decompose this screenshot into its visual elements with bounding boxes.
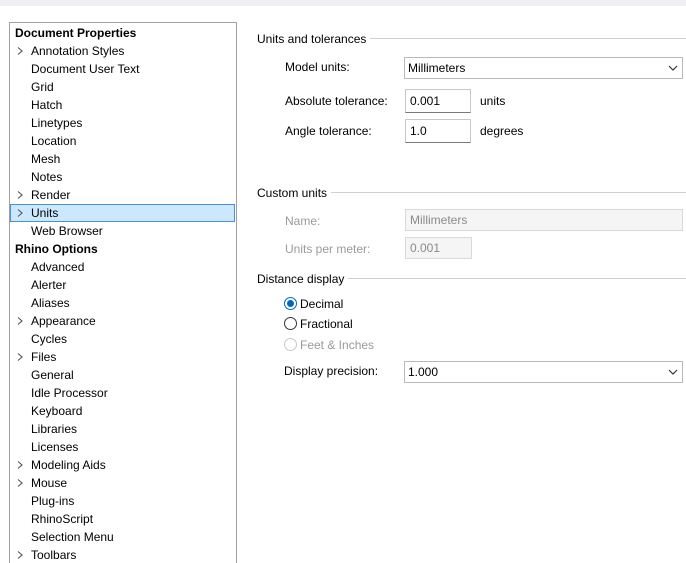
radio-feet-inches-label[interactable]: Feet & Inches (300, 337, 374, 353)
tree-item-toolbars[interactable]: Toolbars (10, 546, 236, 563)
tree-item-label: Mouse (31, 476, 68, 490)
tree-item-selection-menu[interactable]: Selection Menu (10, 528, 236, 546)
model-units-label: Model units: (285, 60, 350, 74)
section-title-distance-display: Distance display (257, 271, 349, 287)
tree-item-label: Idle Processor (31, 386, 108, 400)
tree-item-label: Hatch (31, 98, 63, 112)
chevron-right-icon[interactable] (16, 47, 24, 55)
radio-decimal-label[interactable]: Decimal (300, 296, 343, 312)
tree-item-aliases[interactable]: Aliases (10, 294, 236, 312)
tree-item-label: Licenses (31, 440, 79, 454)
chevron-down-icon (668, 369, 678, 375)
chevron-right-icon[interactable] (16, 479, 24, 487)
tree-item-cycles[interactable]: Cycles (10, 330, 236, 348)
angle-tolerance-label: Angle tolerance: (285, 124, 372, 138)
options-tree[interactable]: Document Properties Annotation Styles Docu… (9, 22, 237, 563)
tree-item-keyboard[interactable]: Keyboard (10, 402, 236, 420)
tree-item-hatch[interactable]: Hatch (10, 96, 236, 114)
tree-item-label: Document Properties (15, 26, 137, 40)
chevron-right-icon[interactable] (16, 317, 24, 325)
tree-item-licenses[interactable]: Licenses (10, 438, 236, 456)
tree-item-mouse[interactable]: Mouse (10, 474, 236, 492)
tree-item-plug-ins[interactable]: Plug-ins (10, 492, 236, 510)
tree-item-document-user-text[interactable]: Document User Text (10, 60, 236, 78)
tree-item-label: Units (31, 206, 59, 220)
tree-header-rhino-options[interactable]: Rhino Options (10, 240, 236, 258)
tree-item-label: Modeling Aids (31, 458, 106, 472)
chevron-right-icon[interactable] (16, 551, 24, 559)
tree-item-label: Selection Menu (31, 530, 114, 544)
tree-item-label: Aliases (31, 296, 70, 310)
tree-item-label: Notes (31, 170, 63, 184)
chevron-right-icon[interactable] (16, 191, 24, 199)
model-units-value: Millimeters (408, 61, 466, 75)
tree-item-label: Document User Text (31, 62, 140, 76)
display-precision-value: 1.000 (408, 365, 439, 379)
radio-feet-inches[interactable] (284, 338, 297, 351)
absolute-tolerance-label: Absolute tolerance: (285, 94, 388, 108)
chevron-right-icon[interactable] (16, 209, 24, 217)
tree-item-label: Grid (31, 80, 54, 94)
tree-item-libraries[interactable]: Libraries (10, 420, 236, 438)
tree-item-label: Mesh (31, 152, 61, 166)
custom-unit-name-label: Name: (285, 214, 321, 228)
units-per-meter-input[interactable]: 0.001 (405, 237, 472, 259)
model-units-dropdown[interactable]: Millimeters (404, 57, 683, 79)
absolute-tolerance-input[interactable]: 0.001 (405, 89, 471, 113)
tree-item-label: Advanced (31, 260, 85, 274)
radio-decimal[interactable] (284, 297, 297, 310)
tree-item-render[interactable]: Render (10, 186, 236, 204)
tree-item-annotation-styles[interactable]: Annotation Styles (10, 42, 236, 60)
tree-item-label: Libraries (31, 422, 78, 436)
tree-header-document-properties[interactable]: Document Properties (10, 24, 236, 42)
tree-item-label: Toolbars (31, 548, 77, 562)
tree-item-label: Keyboard (31, 404, 83, 418)
tree-item-idle-processor[interactable]: Idle Processor (10, 384, 236, 402)
units-per-meter-label: Units per meter: (285, 242, 371, 256)
tree-item-files[interactable]: Files (10, 348, 236, 366)
tree-item-alerter[interactable]: Alerter (10, 276, 236, 294)
tree-item-label: Render (31, 188, 71, 202)
tree-item-web-browser[interactable]: Web Browser (10, 222, 236, 240)
tree-item-linetypes[interactable]: Linetypes (10, 114, 236, 132)
tree-item-label: Location (31, 134, 77, 148)
top-strip (0, 0, 686, 6)
tree-item-notes[interactable]: Notes (10, 168, 236, 186)
tree-item-appearance[interactable]: Appearance (10, 312, 236, 330)
tree-item-label: Cycles (31, 332, 68, 346)
angle-tolerance-unit: degrees (480, 124, 524, 138)
absolute-tolerance-unit: units (480, 94, 506, 108)
section-title-units-tolerances: Units and tolerances (257, 31, 371, 47)
display-precision-label: Display precision: (284, 364, 379, 378)
tree-item-grid[interactable]: Grid (10, 78, 236, 96)
chevron-right-icon[interactable] (16, 353, 24, 361)
tree-item-location[interactable]: Location (10, 132, 236, 150)
custom-unit-name-input[interactable]: Millimeters (405, 209, 683, 231)
tree-item-label: Appearance (31, 314, 96, 328)
chevron-right-icon[interactable] (16, 461, 24, 469)
tree-item-label: Web Browser (31, 224, 103, 238)
display-precision-dropdown[interactable]: 1.000 (404, 361, 683, 383)
chevron-down-icon (668, 65, 678, 71)
tree-item-label: General (31, 368, 74, 382)
tree-item-label: Files (31, 350, 57, 364)
tree-item-units[interactable]: Units (10, 204, 236, 222)
tree-item-rhinoscript[interactable]: RhinoScript (10, 510, 236, 528)
tree-item-advanced[interactable]: Advanced (10, 258, 236, 276)
tree-item-label: Annotation Styles (31, 44, 125, 58)
tree-item-mesh[interactable]: Mesh (10, 150, 236, 168)
tree-item-modeling-aids[interactable]: Modeling Aids (10, 456, 236, 474)
tree-item-general[interactable]: General (10, 366, 236, 384)
tree-item-label: Plug-ins (31, 494, 75, 508)
radio-fractional-label[interactable]: Fractional (300, 316, 353, 332)
radio-fractional[interactable] (284, 317, 297, 330)
tree-item-label: Alerter (31, 278, 67, 292)
tree-item-label: Linetypes (31, 116, 83, 130)
tree-item-label: Rhino Options (15, 242, 98, 256)
angle-tolerance-input[interactable]: 1.0 (405, 119, 471, 143)
tree-item-label: RhinoScript (31, 512, 94, 526)
section-title-custom-units: Custom units (257, 185, 332, 201)
